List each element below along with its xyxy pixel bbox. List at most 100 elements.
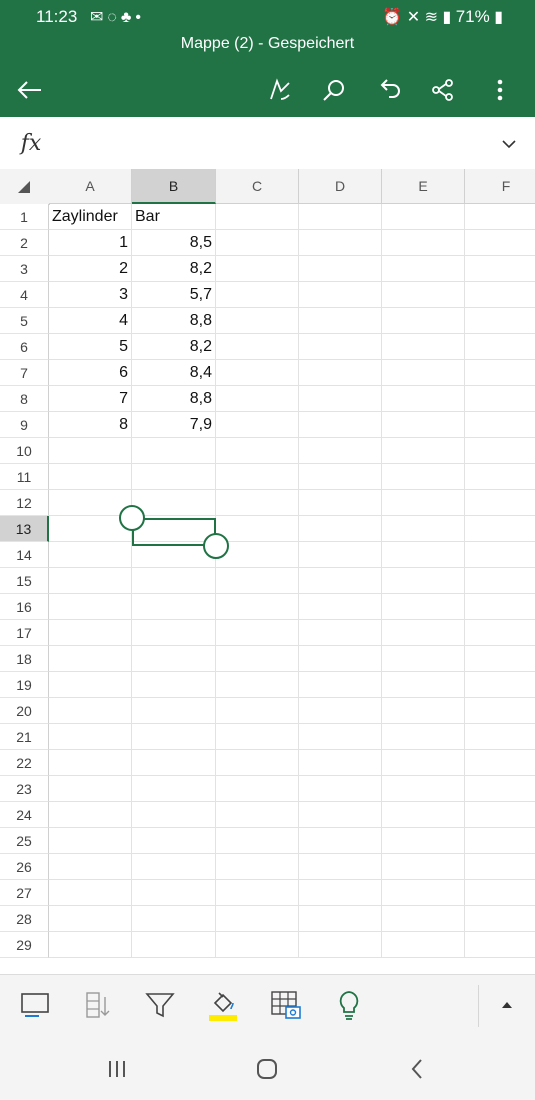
cell-a24[interactable]: [49, 802, 132, 828]
cell-e11[interactable]: [382, 464, 465, 490]
cell-f9[interactable]: [465, 412, 535, 438]
filter-icon[interactable]: [143, 988, 177, 1022]
cell-c11[interactable]: [216, 464, 299, 490]
cell-c29[interactable]: [216, 932, 299, 958]
cell-e7[interactable]: [382, 360, 465, 386]
cell-f6[interactable]: [465, 334, 535, 360]
row-header[interactable]: 26: [0, 854, 49, 880]
cell-a20[interactable]: [49, 698, 132, 724]
cell-c15[interactable]: [216, 568, 299, 594]
cell-f4[interactable]: [465, 282, 535, 308]
cell-d16[interactable]: [299, 594, 382, 620]
cell-a21[interactable]: [49, 724, 132, 750]
row-header[interactable]: 21: [0, 724, 49, 750]
cell-b11[interactable]: [132, 464, 216, 490]
cell-d12[interactable]: [299, 490, 382, 516]
row-header[interactable]: 4: [0, 282, 49, 308]
row-header[interactable]: 25: [0, 828, 49, 854]
cell-c10[interactable]: [216, 438, 299, 464]
cell-f27[interactable]: [465, 880, 535, 906]
cell-c9[interactable]: [216, 412, 299, 438]
cell-d17[interactable]: [299, 620, 382, 646]
cell-a8[interactable]: 7: [49, 386, 132, 412]
cell-a28[interactable]: [49, 906, 132, 932]
cell-c26[interactable]: [216, 854, 299, 880]
cell-c16[interactable]: [216, 594, 299, 620]
cell-e13[interactable]: [382, 516, 465, 542]
cell-b29[interactable]: [132, 932, 216, 958]
cell-e20[interactable]: [382, 698, 465, 724]
cell-f3[interactable]: [465, 256, 535, 282]
cell-a18[interactable]: [49, 646, 132, 672]
cell-e9[interactable]: [382, 412, 465, 438]
row-header[interactable]: 9: [0, 412, 49, 438]
cell-b9[interactable]: 7,9: [132, 412, 216, 438]
cell-d18[interactable]: [299, 646, 382, 672]
cell-e22[interactable]: [382, 750, 465, 776]
cell-f28[interactable]: [465, 906, 535, 932]
cell-e18[interactable]: [382, 646, 465, 672]
cell-f14[interactable]: [465, 542, 535, 568]
cell-e23[interactable]: [382, 776, 465, 802]
cell-a22[interactable]: [49, 750, 132, 776]
fill-color-icon[interactable]: [206, 988, 240, 1022]
column-header-c[interactable]: C: [216, 169, 299, 204]
column-header-e[interactable]: E: [382, 169, 465, 204]
cell-f16[interactable]: [465, 594, 535, 620]
cell-a14[interactable]: [49, 542, 132, 568]
cell-f1[interactable]: [465, 204, 535, 230]
cell-c1[interactable]: [216, 204, 299, 230]
row-header[interactable]: 14: [0, 542, 49, 568]
cell-b25[interactable]: [132, 828, 216, 854]
cell-c8[interactable]: [216, 386, 299, 412]
cell-c21[interactable]: [216, 724, 299, 750]
cell-f23[interactable]: [465, 776, 535, 802]
recent-apps-icon[interactable]: [97, 1054, 137, 1084]
row-header[interactable]: 10: [0, 438, 49, 464]
cell-c7[interactable]: [216, 360, 299, 386]
cell-d11[interactable]: [299, 464, 382, 490]
cell-a27[interactable]: [49, 880, 132, 906]
row-header[interactable]: 19: [0, 672, 49, 698]
cell-d19[interactable]: [299, 672, 382, 698]
cell-c28[interactable]: [216, 906, 299, 932]
row-header[interactable]: 3: [0, 256, 49, 282]
cell-f15[interactable]: [465, 568, 535, 594]
cell-b28[interactable]: [132, 906, 216, 932]
cell-f19[interactable]: [465, 672, 535, 698]
cell-e21[interactable]: [382, 724, 465, 750]
cell-b6[interactable]: 8,2: [132, 334, 216, 360]
cell-a19[interactable]: [49, 672, 132, 698]
cell-b22[interactable]: [132, 750, 216, 776]
cell-b23[interactable]: [132, 776, 216, 802]
cell-b20[interactable]: [132, 698, 216, 724]
cell-d20[interactable]: [299, 698, 382, 724]
row-header[interactable]: 24: [0, 802, 49, 828]
cell-d28[interactable]: [299, 906, 382, 932]
cell-b7[interactable]: 8,4: [132, 360, 216, 386]
search-icon[interactable]: [316, 72, 352, 108]
cell-a16[interactable]: [49, 594, 132, 620]
select-all-corner[interactable]: [0, 169, 50, 205]
undo-icon[interactable]: [372, 72, 408, 108]
cell-f25[interactable]: [465, 828, 535, 854]
cell-e29[interactable]: [382, 932, 465, 958]
row-header[interactable]: 7: [0, 360, 49, 386]
row-header[interactable]: 1: [0, 204, 49, 230]
row-header[interactable]: 16: [0, 594, 49, 620]
row-header[interactable]: 2: [0, 230, 49, 256]
cell-f24[interactable]: [465, 802, 535, 828]
cell-f22[interactable]: [465, 750, 535, 776]
cell-d26[interactable]: [299, 854, 382, 880]
cell-a7[interactable]: 6: [49, 360, 132, 386]
cell-f7[interactable]: [465, 360, 535, 386]
cell-f20[interactable]: [465, 698, 535, 724]
cell-e14[interactable]: [382, 542, 465, 568]
selection-handle-start[interactable]: [119, 505, 145, 531]
cell-e25[interactable]: [382, 828, 465, 854]
cell-f11[interactable]: [465, 464, 535, 490]
cell-b5[interactable]: 8,8: [132, 308, 216, 334]
cell-c19[interactable]: [216, 672, 299, 698]
cell-a3[interactable]: 2: [49, 256, 132, 282]
cell-c27[interactable]: [216, 880, 299, 906]
